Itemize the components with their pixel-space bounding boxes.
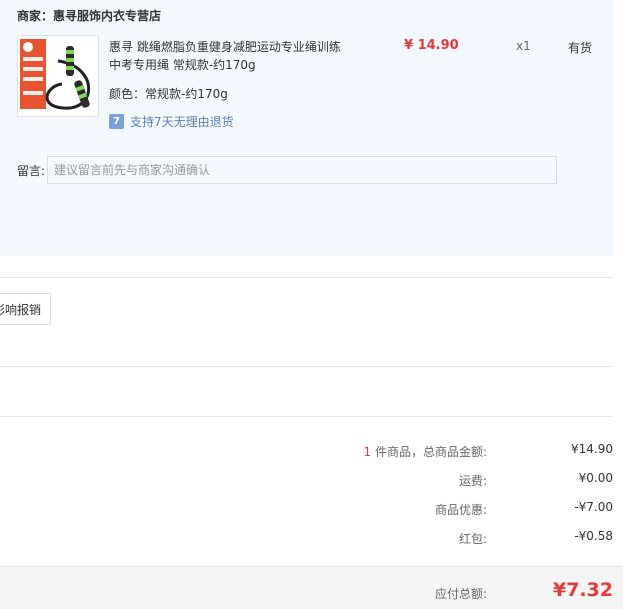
divider bbox=[0, 366, 613, 367]
item-count-suffix: 件商品，总商品金额: bbox=[371, 445, 487, 459]
jump-rope-image bbox=[45, 46, 91, 110]
shipping-value: ¥0.00 bbox=[578, 471, 613, 485]
memo-input[interactable] bbox=[47, 156, 557, 184]
item-price: ¥ 14.90 bbox=[404, 38, 459, 53]
product-title[interactable]: 惠寻 跳绳燃脂负重健身减肥运动专业绳训练中考专用绳 常规款-约170g bbox=[109, 38, 345, 74]
product-thumbnail[interactable] bbox=[17, 35, 99, 117]
total-value: ¥7.32 bbox=[552, 579, 613, 601]
shop-name[interactable]: 商家：惠寻服饰内衣专营店 bbox=[17, 7, 161, 24]
total-bar: 应付总额: ¥7.32 bbox=[0, 566, 623, 609]
shop-order-panel: 商家：惠寻服饰内衣专营店 惠寻 跳绳燃脂负重健身减肥运动专业绳训练中考专用绳 常… bbox=[0, 0, 613, 256]
divider bbox=[0, 277, 613, 278]
stock-status: 有货 bbox=[568, 41, 593, 55]
goods-amount-value: ¥14.90 bbox=[571, 442, 613, 456]
redpacket-value: -¥0.58 bbox=[574, 529, 613, 543]
return-policy[interactable]: 7 支持7天无理由退货 bbox=[109, 113, 234, 130]
color-label: 颜色： bbox=[109, 87, 146, 101]
shipping-label: 运费: bbox=[458, 474, 487, 488]
claim-reimbursement-button[interactable]: 影响报销 bbox=[0, 293, 52, 325]
discount-value: -¥7.00 bbox=[574, 500, 613, 514]
seven-day-return-icon: 7 bbox=[109, 114, 124, 129]
memo-label: 留言: bbox=[17, 164, 46, 178]
color-value: 常规款-约170g bbox=[145, 87, 228, 101]
divider bbox=[0, 416, 613, 417]
return-policy-text: 支持7天无理由退货 bbox=[130, 115, 234, 129]
goods-amount-label: 1 件商品，总商品金额: bbox=[364, 443, 488, 460]
color-attribute: 颜色：常规款-约170g bbox=[109, 85, 228, 102]
discount-label: 商品优惠: bbox=[434, 503, 487, 517]
total-label: 应付总额: bbox=[434, 587, 487, 601]
redpacket-label: 红包: bbox=[458, 532, 487, 546]
item-count: 1 bbox=[363, 445, 372, 459]
item-quantity: x1 bbox=[516, 39, 531, 53]
